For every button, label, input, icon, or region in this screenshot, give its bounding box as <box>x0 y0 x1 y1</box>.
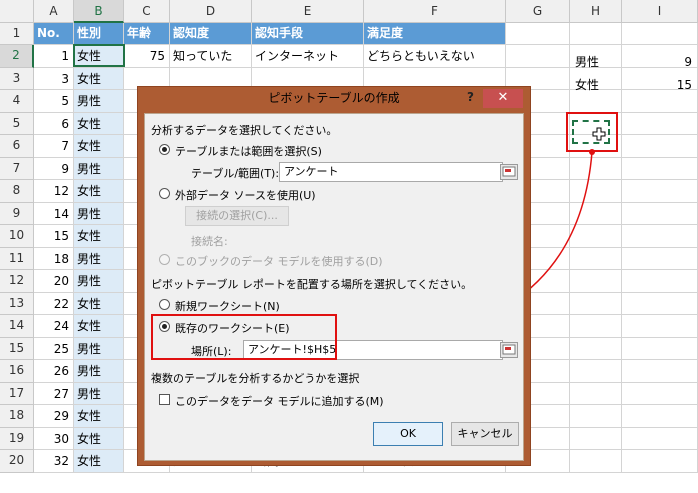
radio-data-model[interactable] <box>159 254 170 265</box>
radio-data-model-label[interactable]: このブックのデータ モデルを使用する(D) <box>175 253 383 269</box>
add-to-data-model-checkbox[interactable] <box>159 394 170 405</box>
radio-table-range[interactable] <box>159 144 170 155</box>
radio-table-range-label[interactable]: テーブルまたは範囲を選択(S) <box>175 143 322 159</box>
location-picker-icon[interactable] <box>500 342 518 358</box>
connection-name-label: 接続名: <box>191 235 228 248</box>
radio-new-sheet[interactable] <box>159 299 170 310</box>
choose-connection-button[interactable]: 接続の選択(C)... <box>185 206 289 226</box>
range-picker-icon[interactable] <box>500 164 518 180</box>
dialog-body: 分析するデータを選択してください。 テーブルまたは範囲を選択(S) テーブル/範… <box>144 113 524 461</box>
table-range-label: テーブル/範囲(T): <box>191 167 280 180</box>
cancel-button[interactable]: キャンセル <box>451 422 519 446</box>
ok-button[interactable]: OK <box>373 422 443 446</box>
section-select-data: 分析するデータを選択してください。 <box>151 124 338 137</box>
create-pivot-table-dialog[interactable]: ピボットテーブルの作成 ? ✕ 分析するデータを選択してください。 テーブルまた… <box>137 86 531 466</box>
radio-external-source-label[interactable]: 外部データ ソースを使用(U) <box>175 187 316 203</box>
help-icon[interactable]: ? <box>467 90 474 104</box>
add-to-data-model-label[interactable]: このデータをデータ モデルに追加する(M) <box>175 393 384 409</box>
radio-new-sheet-label[interactable]: 新規ワークシート(N) <box>175 298 280 314</box>
close-button[interactable]: ✕ <box>483 89 523 108</box>
table-range-input[interactable]: アンケート <box>279 162 503 182</box>
existing-sheet-highlight <box>151 314 337 360</box>
section-report-location: ピボットテーブル レポートを配置する場所を選択してください。 <box>151 278 473 291</box>
section-multiple-tables: 複数のテーブルを分析するかどうかを選択 <box>151 372 360 385</box>
radio-external-source[interactable] <box>159 188 170 199</box>
